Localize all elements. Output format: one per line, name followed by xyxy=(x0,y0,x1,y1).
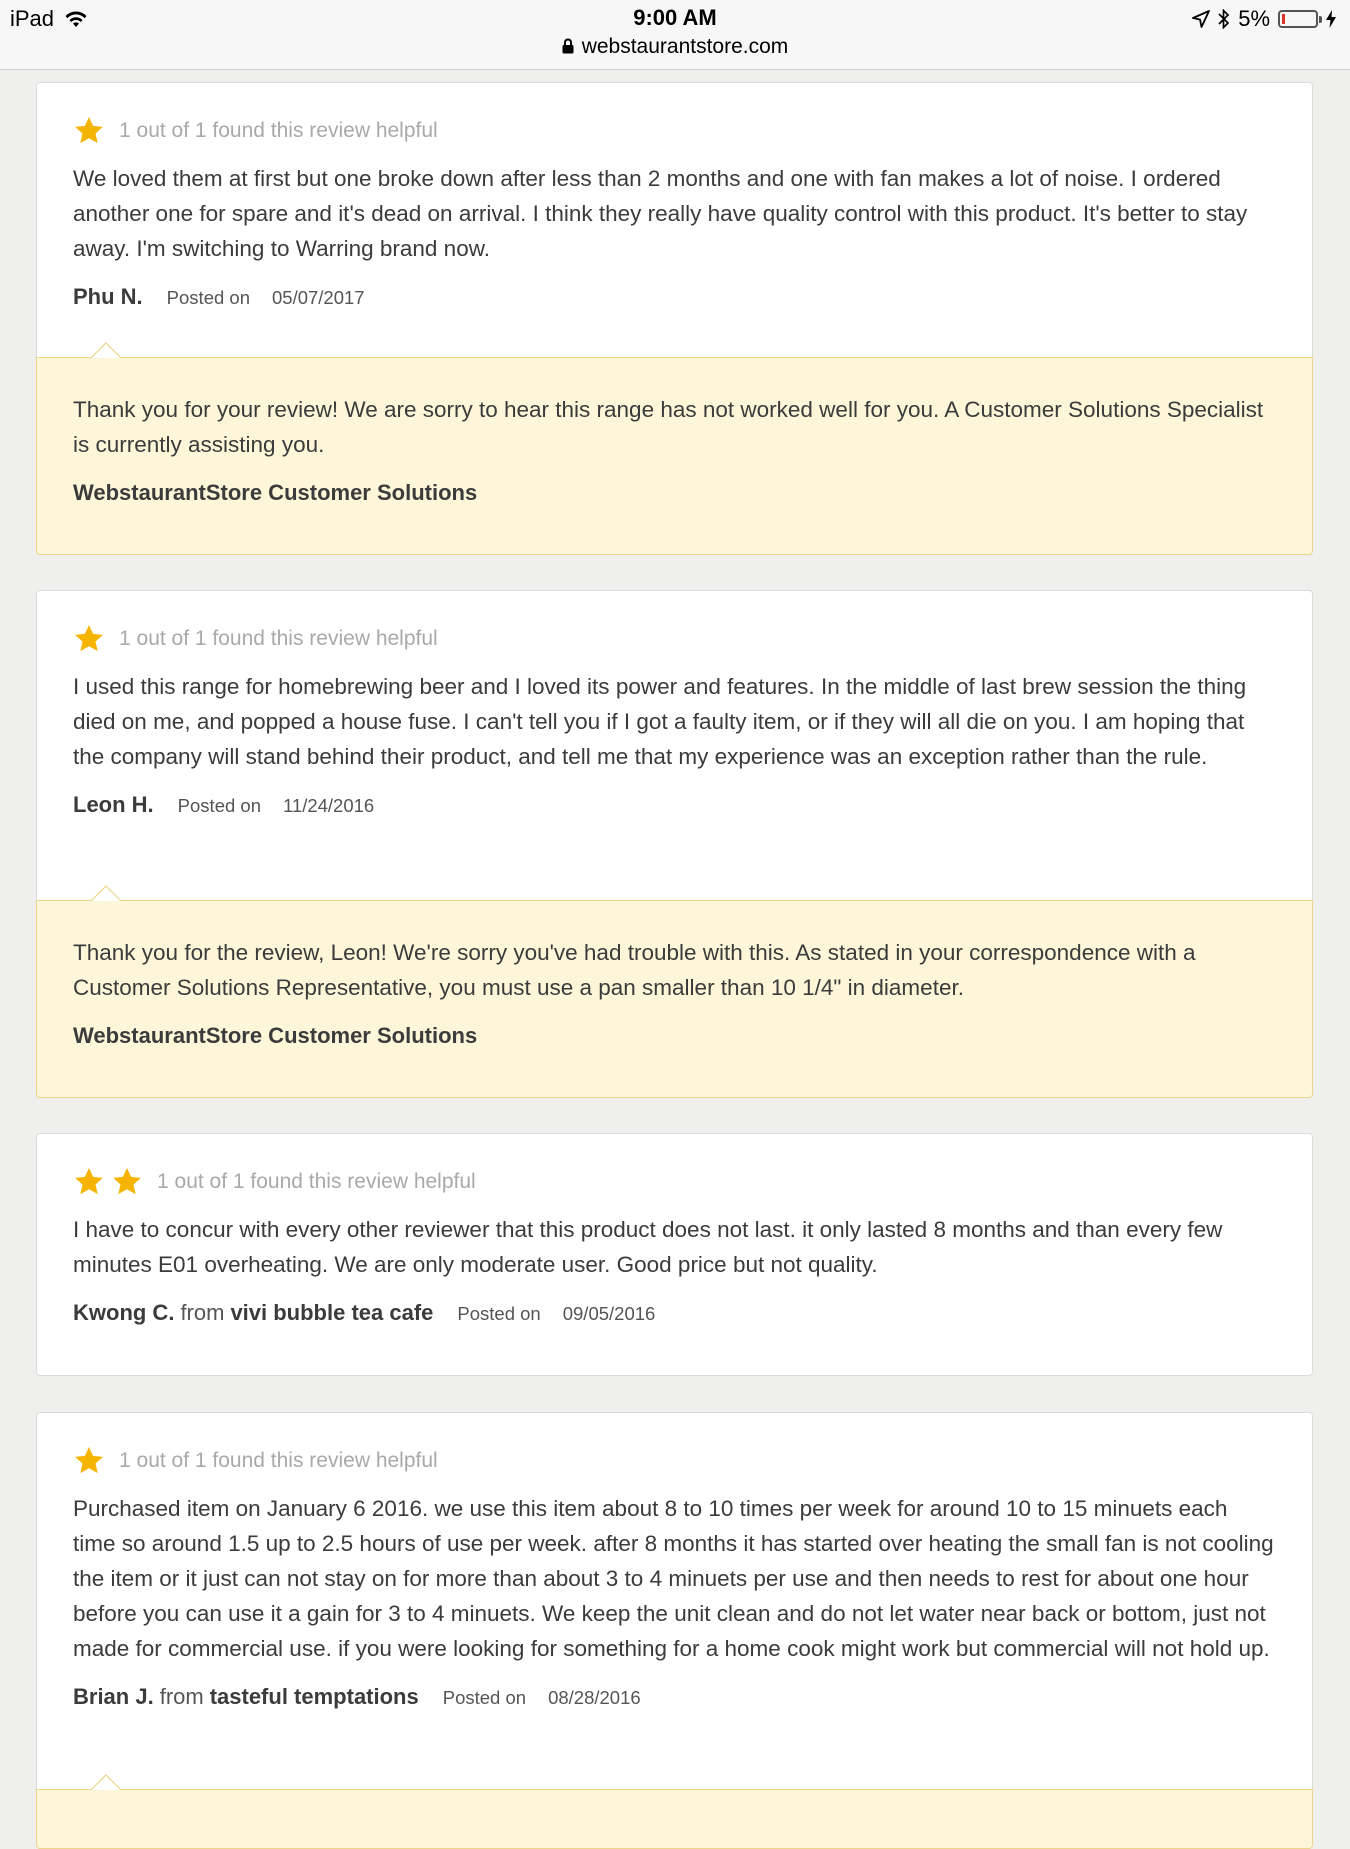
from-label: from xyxy=(159,1684,204,1709)
review-meta: Brian J. from tasteful temptations Poste… xyxy=(73,1684,1276,1710)
response-signature: WebstaurantStore Customer Solutions xyxy=(73,480,478,505)
helpful-count: 1 out of 1 found this review helpful xyxy=(119,1449,438,1472)
response-pointer xyxy=(91,342,121,359)
star-rating xyxy=(73,115,105,147)
review-date: 09/05/2016 xyxy=(562,1303,656,1324)
review-meta: Leon H. Posted on 11/24/2016 xyxy=(73,792,1276,818)
posted-label: Posted on xyxy=(166,287,250,308)
store-response: Thank you for your review! We are sorry … xyxy=(36,342,1313,555)
review-text: We loved them at first but one broke dow… xyxy=(73,166,1248,261)
helpful-count: 1 out of 1 found this review helpful xyxy=(119,627,438,650)
posted-label: Posted on xyxy=(177,795,261,816)
reviewer-company: tasteful temptations xyxy=(209,1684,419,1709)
review: 1 out of 1 found this review helpful Pur… xyxy=(37,1413,1312,1710)
bluetooth-icon xyxy=(1218,9,1230,29)
store-response: Thank you for the review, Leon! We're so… xyxy=(36,885,1313,1098)
reviewer-name: Brian J. xyxy=(73,1684,154,1709)
response-text: Thank you for your review! We are sorry … xyxy=(73,397,1264,457)
star-rating xyxy=(73,1166,143,1198)
star-rating xyxy=(73,623,105,655)
battery-percent: 5% xyxy=(1238,6,1270,31)
status-right: 5% xyxy=(1192,6,1336,32)
response-text: Thank you for the review, Leon! We're so… xyxy=(73,940,1196,1000)
review-card: 1 out of 1 found this review helpful I h… xyxy=(36,1133,1313,1376)
review-card: 1 out of 1 found this review helpful We … xyxy=(36,82,1313,555)
lock-icon xyxy=(562,38,574,54)
helpful-row: 1 out of 1 found this review helpful xyxy=(73,1164,1276,1200)
star-icon xyxy=(75,625,103,652)
review-text: Purchased item on January 6 2016. we use… xyxy=(73,1496,1274,1661)
review-date: 05/07/2017 xyxy=(272,287,365,308)
review: 1 out of 1 found this review helpful I h… xyxy=(37,1134,1312,1326)
helpful-row: 1 out of 1 found this review helpful xyxy=(73,113,1276,149)
url-text: webstaurantstore.com xyxy=(581,35,789,58)
address-bar[interactable]: webstaurantstore.com xyxy=(0,35,1350,59)
review-card: 1 out of 1 found this review helpful Pur… xyxy=(36,1412,1313,1849)
response-pointer xyxy=(91,1774,121,1791)
star-icon xyxy=(75,1447,103,1474)
review: 1 out of 1 found this review helpful I u… xyxy=(37,591,1312,818)
posted-label: Posted on xyxy=(442,1687,527,1708)
star-rating xyxy=(73,1445,105,1477)
review-text: I have to concur with every other review… xyxy=(73,1217,1223,1277)
response-pointer xyxy=(91,885,121,902)
helpful-count: 1 out of 1 found this review helpful xyxy=(157,1170,476,1193)
battery-icon xyxy=(1278,10,1322,28)
star-icon xyxy=(113,1168,141,1195)
review-card: 1 out of 1 found this review helpful I u… xyxy=(36,590,1313,1098)
helpful-row: 1 out of 1 found this review helpful xyxy=(73,621,1276,657)
from-label: from xyxy=(180,1300,225,1325)
review-date: 08/28/2016 xyxy=(548,1687,641,1708)
posted-label: Posted on xyxy=(457,1303,541,1324)
review-meta: Phu N. Posted on 05/07/2017 xyxy=(73,284,1276,310)
response-signature: WebstaurantStore Customer Solutions xyxy=(73,1023,478,1048)
clock: 9:00 AM xyxy=(633,5,717,30)
helpful-count: 1 out of 1 found this review helpful xyxy=(119,119,438,142)
helpful-row: 1 out of 1 found this review helpful xyxy=(73,1443,1276,1479)
star-icon xyxy=(75,1168,103,1195)
store-response xyxy=(36,1774,1313,1849)
review-text: I used this range for homebrewing beer a… xyxy=(73,674,1247,769)
review: 1 out of 1 found this review helpful We … xyxy=(37,83,1312,310)
reviewer-name: Kwong C. xyxy=(73,1300,175,1325)
status-bar: iPad 9:00 AM webstaurantstore.com 5% xyxy=(0,0,1350,70)
review-meta: Kwong C. from vivi bubble tea cafe Poste… xyxy=(73,1300,1276,1326)
reviewer-name: Phu N. xyxy=(73,284,143,309)
review-date: 11/24/2016 xyxy=(283,795,375,816)
reviewer-company: vivi bubble tea cafe xyxy=(230,1300,434,1325)
charging-icon xyxy=(1326,10,1336,28)
star-icon xyxy=(75,117,103,144)
reviewer-name: Leon H. xyxy=(73,792,154,817)
location-arrow-icon xyxy=(1192,10,1211,28)
